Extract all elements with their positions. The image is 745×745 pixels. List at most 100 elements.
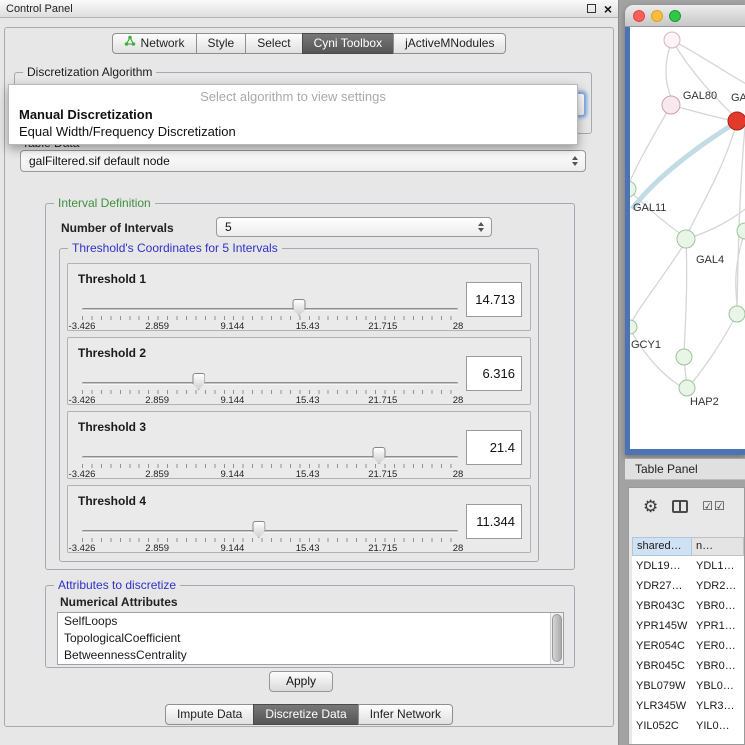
network-node[interactable] bbox=[729, 306, 745, 322]
network-icon bbox=[124, 34, 136, 53]
highlighted-edge[interactable] bbox=[632, 123, 735, 209]
column-header-name[interactable]: n… bbox=[692, 537, 744, 556]
table-row[interactable]: YDL19…YDL1… bbox=[632, 556, 744, 576]
zoom-traffic-light-icon[interactable] bbox=[669, 10, 681, 22]
table-row[interactable]: YIL052CYIL0… bbox=[632, 716, 744, 736]
select-columns-icon[interactable]: ☑☑ bbox=[702, 499, 726, 513]
table-row[interactable]: YBL079WYBL0… bbox=[632, 676, 744, 696]
network-node[interactable] bbox=[679, 380, 695, 396]
close-icon[interactable]: × bbox=[604, 4, 612, 14]
tab-infer-network[interactable]: Infer Network bbox=[358, 704, 453, 725]
cell-shared-name[interactable]: YBR043C bbox=[632, 596, 692, 616]
list-item[interactable]: TopologicalCoefficient bbox=[58, 630, 563, 647]
scale-label: 2.859 bbox=[145, 469, 169, 480]
threshold-2-slider[interactable]: -3.4262.8599.14415.4321.71528 bbox=[82, 368, 458, 404]
threshold-1-value[interactable]: 14.713 bbox=[466, 282, 522, 317]
slider-thumb[interactable] bbox=[293, 299, 306, 316]
node-label-hap2: HAP2 bbox=[690, 396, 719, 408]
table-row[interactable]: YPR145WYPR1… bbox=[632, 616, 744, 636]
slider-thumb[interactable] bbox=[373, 447, 386, 464]
cell-name[interactable]: YDR2… bbox=[692, 576, 744, 596]
cell-shared-name[interactable]: YPR145W bbox=[632, 616, 692, 636]
slider-thumb[interactable] bbox=[252, 521, 265, 538]
control-panel-window: Control Panel × Network Style Select Cyn… bbox=[0, 0, 619, 745]
network-node[interactable] bbox=[662, 96, 680, 114]
columns-icon[interactable] bbox=[672, 500, 688, 513]
cell-shared-name[interactable]: YBL079W bbox=[632, 676, 692, 696]
table-row[interactable]: YLR345WYLR3… bbox=[632, 696, 744, 716]
table-data-select[interactable]: galFiltered.sif default node bbox=[20, 150, 586, 172]
tab-network[interactable]: Network bbox=[112, 33, 197, 54]
node-label-gal11: GAL11 bbox=[633, 202, 666, 214]
top-tab-bar: Network Style Select Cyni Toolbox jActiv… bbox=[0, 33, 618, 54]
network-node[interactable] bbox=[676, 349, 692, 365]
cell-name[interactable]: YBR0… bbox=[692, 656, 744, 676]
slider-track bbox=[82, 382, 458, 385]
cell-shared-name[interactable]: YBR045C bbox=[632, 656, 692, 676]
discretization-algorithm-group-title: Discretization Algorithm bbox=[23, 65, 156, 79]
network-node[interactable] bbox=[677, 230, 695, 248]
numerical-attributes-list[interactable]: SelfLoops TopologicalCoefficient Between… bbox=[57, 612, 564, 665]
threshold-1-slider[interactable]: -3.4262.8599.14415.4321.71528 bbox=[82, 294, 458, 330]
column-header-shared-name[interactable]: shared… bbox=[632, 537, 692, 556]
cell-shared-name[interactable]: YDR27… bbox=[632, 576, 692, 596]
tab-style-label: Style bbox=[208, 34, 235, 53]
float-window-icon[interactable] bbox=[587, 4, 596, 13]
table-row[interactable]: YBR043CYBR0… bbox=[632, 596, 744, 616]
threshold-3-slider[interactable]: -3.4262.8599.14415.4321.71528 bbox=[82, 442, 458, 478]
interval-definition-group: Interval Definition Number of Intervals … bbox=[45, 203, 575, 570]
cell-name[interactable]: YIL0… bbox=[692, 716, 744, 736]
cell-name[interactable]: YLR3… bbox=[692, 696, 744, 716]
dropdown-option-manual-discretization[interactable]: Manual Discretization bbox=[9, 106, 577, 123]
cell-shared-name[interactable]: YDL19… bbox=[632, 556, 692, 576]
threshold-2-value[interactable]: 6.316 bbox=[466, 356, 522, 391]
cell-name[interactable]: YPR1… bbox=[692, 616, 744, 636]
selected-network-node[interactable] bbox=[728, 112, 745, 130]
slider-ticks bbox=[82, 464, 458, 468]
tab-cyni-toolbox[interactable]: Cyni Toolbox bbox=[302, 33, 394, 54]
threshold-2-panel: Threshold 2 -3.4262.8599.14415.4321.7152… bbox=[67, 337, 531, 405]
table-row[interactable]: YBR045CYBR0… bbox=[632, 656, 744, 676]
tab-discretize-data[interactable]: Discretize Data bbox=[253, 704, 358, 725]
threshold-3-panel: Threshold 3 -3.4262.8599.14415.4321.7152… bbox=[67, 411, 531, 479]
cell-shared-name[interactable]: YLR345W bbox=[632, 696, 692, 716]
scrollbar[interactable] bbox=[550, 613, 563, 664]
threshold-3-value[interactable]: 21.4 bbox=[466, 430, 522, 465]
tab-impute-data[interactable]: Impute Data bbox=[165, 704, 254, 725]
node-label-gal80: GAL80 bbox=[683, 90, 717, 102]
threshold-4-value[interactable]: 11.344 bbox=[466, 504, 522, 539]
dropdown-option-equal-width[interactable]: Equal Width/Frequency Discretization bbox=[9, 123, 577, 140]
table-row[interactable]: YDR27…YDR2… bbox=[632, 576, 744, 596]
network-node[interactable] bbox=[664, 32, 680, 48]
stepper-arrows-icon bbox=[568, 156, 581, 166]
cell-name[interactable]: YER0… bbox=[692, 636, 744, 656]
scale-label: -3.426 bbox=[69, 469, 96, 480]
scale-label: 28 bbox=[453, 543, 464, 554]
close-traffic-light-icon[interactable] bbox=[633, 10, 645, 22]
cell-name[interactable]: YBL0… bbox=[692, 676, 744, 696]
gear-icon[interactable]: ⚙ bbox=[643, 498, 658, 515]
cell-shared-name[interactable]: YER054C bbox=[632, 636, 692, 656]
slider-track bbox=[82, 530, 458, 533]
list-item[interactable]: BetweennessCentrality bbox=[58, 647, 563, 664]
cell-name[interactable]: YBR0… bbox=[692, 596, 744, 616]
network-canvas[interactable]: GAL80 GA GAL11 GAL4 GCY1 HAP2 bbox=[630, 27, 745, 449]
tab-jactivemnodules[interactable]: jActiveMNodules bbox=[393, 33, 506, 54]
network-node[interactable] bbox=[630, 181, 636, 197]
apply-button[interactable]: Apply bbox=[269, 671, 333, 692]
network-node[interactable] bbox=[630, 320, 637, 334]
cell-shared-name[interactable]: YIL052C bbox=[632, 716, 692, 736]
list-item[interactable]: SelfLoops bbox=[58, 613, 563, 630]
cell-name[interactable]: YDL1… bbox=[692, 556, 744, 576]
minimize-traffic-light-icon[interactable] bbox=[651, 10, 663, 22]
tab-select[interactable]: Select bbox=[245, 33, 302, 54]
table-row[interactable]: YER054CYER0… bbox=[632, 636, 744, 656]
number-of-intervals-select[interactable]: 5 bbox=[216, 217, 492, 237]
tab-style[interactable]: Style bbox=[196, 33, 247, 54]
scale-label: 21.715 bbox=[368, 395, 397, 406]
scrollbar-thumb[interactable] bbox=[552, 614, 562, 662]
tab-network-label: Network bbox=[141, 34, 185, 53]
scale-label: 21.715 bbox=[368, 321, 397, 332]
slider-thumb[interactable] bbox=[192, 373, 205, 390]
threshold-4-slider[interactable]: -3.4262.8599.14415.4321.71528 bbox=[82, 516, 458, 552]
